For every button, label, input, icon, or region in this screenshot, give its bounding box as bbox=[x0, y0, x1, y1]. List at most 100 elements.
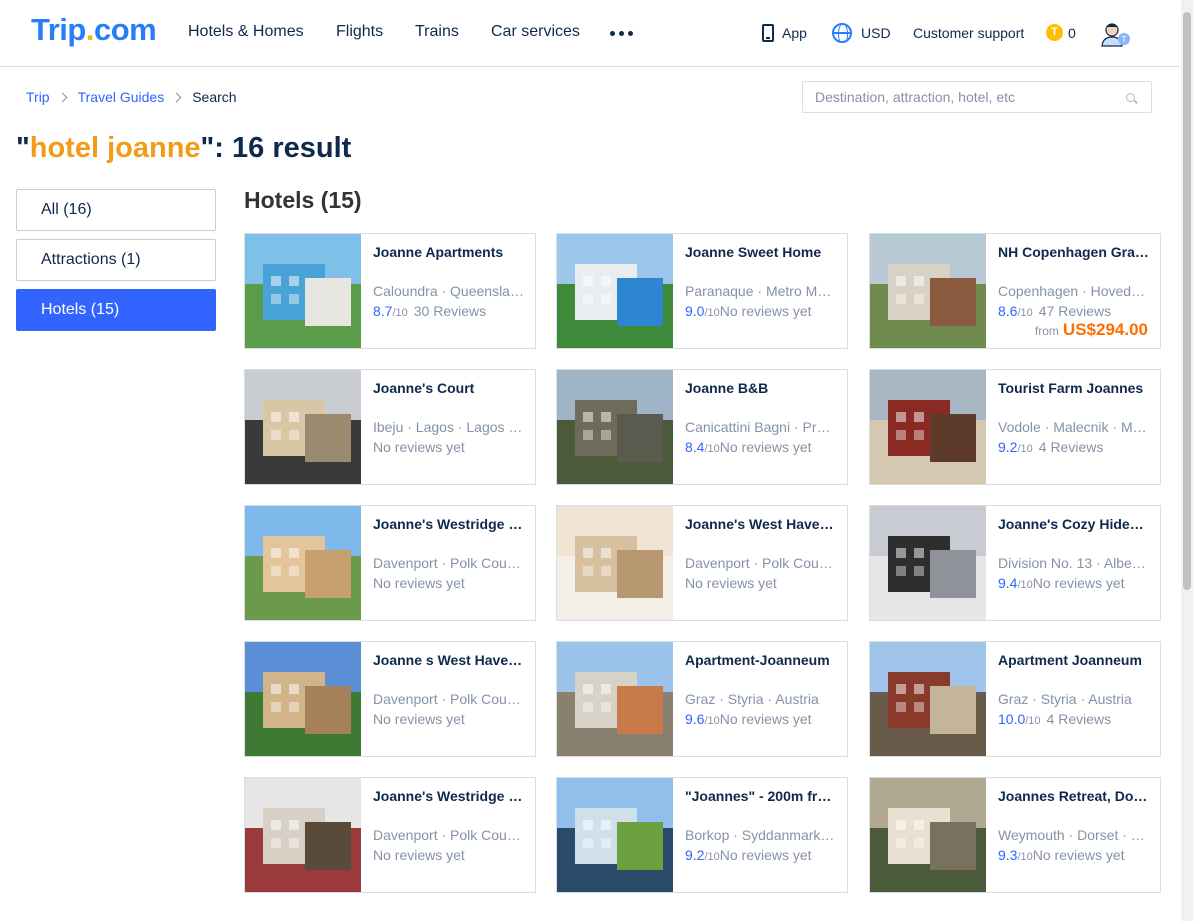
hotel-photo[interactable] bbox=[870, 370, 986, 484]
phone-icon[interactable] bbox=[762, 24, 774, 42]
hotel-location: Graz · Styria · Austria bbox=[998, 691, 1132, 707]
chevron-right-icon bbox=[57, 92, 68, 102]
hotel-photo[interactable] bbox=[245, 370, 361, 484]
hotel-card[interactable]: Apartment Joanneum Graz · Styria · Austri… bbox=[869, 641, 1161, 757]
search-icon[interactable] bbox=[1126, 93, 1135, 102]
customer-support-link[interactable]: Customer support bbox=[913, 25, 1024, 41]
hotel-location: Paranaque · Metro Manila · Philippines bbox=[685, 283, 837, 299]
hotel-card[interactable]: Joanne Apartments Caloundra · Queensland … bbox=[244, 233, 536, 349]
user-avatar-icon[interactable]: T bbox=[1100, 21, 1132, 47]
search-input[interactable] bbox=[803, 82, 1151, 112]
hotel-photo[interactable] bbox=[557, 506, 673, 620]
hotel-card[interactable]: NH Copenhagen Grand Copenhagen · Hovedsta… bbox=[869, 233, 1161, 349]
hotel-location: Vodole · Malecnik · Maribor · Slovenia bbox=[998, 419, 1150, 435]
filter-hotels[interactable]: Hotels (15) bbox=[16, 289, 216, 331]
hotel-price[interactable]: from US$294.00 bbox=[1035, 320, 1148, 340]
hotel-photo[interactable] bbox=[245, 234, 361, 348]
hotel-card[interactable]: Joanne Sweet Home Paranaque · Metro Manil… bbox=[556, 233, 848, 349]
hotel-name[interactable]: Joanne's Cozy Hideaway bbox=[998, 516, 1150, 532]
hotel-name[interactable]: NH Copenhagen Grand bbox=[998, 244, 1150, 260]
svg-text:T: T bbox=[1121, 35, 1127, 44]
hotel-name[interactable]: Joanne B&B bbox=[685, 380, 837, 396]
nav-hotels-homes[interactable]: Hotels & Homes bbox=[188, 23, 304, 41]
scrollbar[interactable] bbox=[1181, 0, 1193, 921]
review-count: No reviews yet bbox=[1032, 575, 1125, 591]
hotel-rating: 8.4/10No reviews yet bbox=[685, 439, 841, 455]
nav-car-services[interactable]: Car services bbox=[491, 23, 580, 41]
hotel-photo[interactable] bbox=[245, 642, 361, 756]
hotel-rating: No reviews yet bbox=[373, 711, 529, 727]
hotel-name[interactable]: Joannes Retreat, Dorset bbox=[998, 788, 1150, 804]
filter-all[interactable]: All (16) bbox=[16, 189, 216, 231]
hotel-rating: 9.2/10No reviews yet bbox=[685, 847, 841, 863]
hotel-card[interactable]: Joannes Retreat, Dorset Weymouth · Dorset… bbox=[869, 777, 1161, 893]
review-count: No reviews yet bbox=[719, 439, 812, 455]
rating-suffix: /10 bbox=[1025, 715, 1041, 727]
filter-attractions[interactable]: Attractions (1) bbox=[16, 239, 216, 281]
trip-logo[interactable]: Trip.com bbox=[31, 12, 157, 48]
hotel-card[interactable]: Tourist Farm Joannes Vodole · Malecnik · … bbox=[869, 369, 1161, 485]
app-link[interactable]: App bbox=[782, 25, 807, 41]
review-count: No reviews yet bbox=[719, 711, 812, 727]
hotel-location: Weymouth · Dorset · England bbox=[998, 827, 1150, 843]
hotel-name[interactable]: Joanne's Westridge Retreat bbox=[373, 516, 525, 532]
hotel-location: Davenport · Polk County · Florida bbox=[373, 555, 525, 571]
coin-icon[interactable]: T bbox=[1046, 24, 1063, 41]
nav-trains[interactable]: Trains bbox=[415, 23, 459, 41]
hotel-card[interactable]: Apartment-Joanneum Graz · Styria · Austri… bbox=[556, 641, 848, 757]
hotel-name[interactable]: Tourist Farm Joannes bbox=[998, 380, 1150, 396]
hotel-photo[interactable] bbox=[557, 778, 673, 892]
hotel-card[interactable]: Joanne B&B Canicattini Bagni · Province o… bbox=[556, 369, 848, 485]
search-box bbox=[802, 81, 1152, 113]
hotel-name[interactable]: "Joannes" - 200m from the sea bbox=[685, 788, 837, 804]
hotel-card[interactable]: "Joannes" - 200m from the sea Borkop · Sy… bbox=[556, 777, 848, 893]
price-from: from bbox=[1034, 324, 1059, 338]
hotel-photo[interactable] bbox=[870, 506, 986, 620]
globe-icon[interactable] bbox=[832, 23, 852, 43]
hotel-name[interactable]: Joanne s West Haven Home bbox=[373, 652, 525, 668]
coin-count[interactable]: 0 bbox=[1068, 25, 1076, 41]
hotel-location: Borkop · Syddanmark · Denmark bbox=[685, 827, 837, 843]
hotel-photo[interactable] bbox=[245, 778, 361, 892]
breadcrumb-trip[interactable]: Trip bbox=[26, 89, 50, 105]
hotel-card[interactable]: Joanne's Westridge Retreat Davenport · Po… bbox=[244, 505, 536, 621]
logo-tld: com bbox=[93, 12, 157, 47]
hotel-card[interactable]: Joanne's Court Ibeju · Lagos · Lagos Stat… bbox=[244, 369, 536, 485]
scrollbar-thumb[interactable] bbox=[1183, 12, 1191, 590]
hotel-card[interactable]: Joanne's West Haven Villa Davenport · Pol… bbox=[556, 505, 848, 621]
rating-suffix: /10 bbox=[1017, 851, 1033, 863]
rating-suffix: /10 bbox=[704, 851, 720, 863]
currency-selector[interactable]: USD bbox=[861, 25, 891, 41]
hotel-name[interactable]: Joanne's Westridge Home bbox=[373, 788, 525, 804]
hotel-name[interactable]: Joanne's Court bbox=[373, 380, 525, 396]
review-count: 30 Reviews bbox=[413, 303, 487, 319]
hotel-photo[interactable] bbox=[870, 778, 986, 892]
hotel-location: Canicattini Bagni · Province of Syracuse bbox=[685, 419, 837, 435]
rating-score: 9.2 bbox=[685, 847, 705, 863]
hotel-name[interactable]: Joanne Apartments bbox=[373, 244, 525, 260]
hotel-photo[interactable] bbox=[245, 506, 361, 620]
review-count: No reviews yet bbox=[719, 303, 812, 319]
hotel-photo[interactable] bbox=[557, 370, 673, 484]
hotel-location: Division No. 13 · Alberta · Canada bbox=[998, 555, 1150, 571]
breadcrumb: Trip Travel Guides Search bbox=[26, 89, 237, 105]
breadcrumb-travel-guides[interactable]: Travel Guides bbox=[78, 89, 165, 105]
hotel-photo[interactable] bbox=[557, 642, 673, 756]
hotel-photo[interactable] bbox=[870, 642, 986, 756]
page-title: "hotel joanne": 16 result bbox=[16, 132, 351, 165]
hotel-photo[interactable] bbox=[557, 234, 673, 348]
hotel-photo[interactable] bbox=[870, 234, 986, 348]
title-quote-close: ": bbox=[200, 132, 233, 164]
hotel-card[interactable]: Joanne's Westridge Home Davenport · Polk … bbox=[244, 777, 536, 893]
hotel-name[interactable]: Apartment Joanneum bbox=[998, 652, 1150, 668]
nav-flights[interactable]: Flights bbox=[336, 23, 383, 41]
rating-suffix: /10 bbox=[704, 443, 720, 455]
hotel-card[interactable]: Joanne s West Haven Home Davenport · Polk… bbox=[244, 641, 536, 757]
review-count: No reviews yet bbox=[719, 847, 812, 863]
more-menu-icon[interactable] bbox=[610, 31, 633, 36]
hotel-name[interactable]: Apartment-Joanneum bbox=[685, 652, 837, 668]
hotel-name[interactable]: Joanne Sweet Home bbox=[685, 244, 837, 260]
hotel-location: Davenport · Polk County · Florida bbox=[685, 555, 837, 571]
hotel-name[interactable]: Joanne's West Haven Villa bbox=[685, 516, 837, 532]
hotel-card[interactable]: Joanne's Cozy Hideaway Division No. 13 · … bbox=[869, 505, 1161, 621]
